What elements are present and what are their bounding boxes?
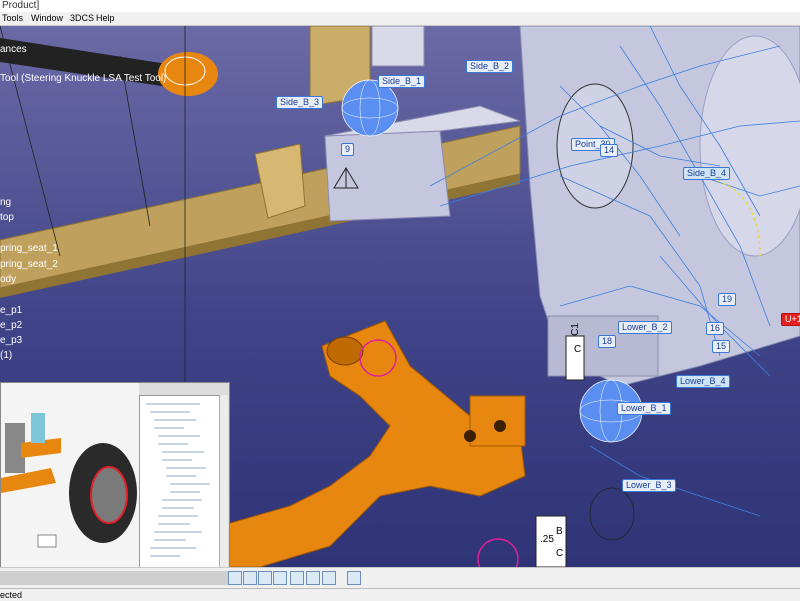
status-text: ected xyxy=(0,590,23,600)
tree-item-spring-seat-1[interactable]: pring_seat_1 xyxy=(0,243,58,254)
tag-16[interactable]: 16 xyxy=(706,322,725,335)
inset-scrollbar[interactable] xyxy=(219,395,228,571)
menu-bar: Tools Window 3DCS Help xyxy=(0,12,800,26)
menu-help[interactable]: Help xyxy=(96,12,115,25)
window-title: Product] xyxy=(2,0,40,11)
inset-spec-tree[interactable] xyxy=(139,395,221,573)
tree-item-spring[interactable]: ng xyxy=(0,197,11,208)
inset-3d-view xyxy=(1,383,139,579)
inset-taskbar xyxy=(0,571,228,585)
gdt-c: C xyxy=(574,344,582,355)
pan-icon[interactable] xyxy=(243,571,257,585)
iso-view-icon[interactable] xyxy=(290,571,304,585)
tree-item-body[interactable]: ody xyxy=(0,274,16,285)
menu-tools[interactable]: Tools xyxy=(2,12,23,25)
tree-item-tolerances[interactable]: ances xyxy=(0,44,27,55)
zoom-icon[interactable] xyxy=(228,571,242,585)
tree-item-pipe-p2[interactable]: e_p2 xyxy=(0,320,22,331)
tag-19[interactable]: 19 xyxy=(718,293,737,306)
tag-15[interactable]: 15 xyxy=(712,340,731,353)
tag-side-b-3[interactable]: Side_B_3 xyxy=(276,96,324,109)
tag-18[interactable]: 18 xyxy=(598,335,617,348)
gdt-c1: C1 xyxy=(569,323,581,336)
hide-show-icon[interactable] xyxy=(322,571,336,585)
normal-view-icon[interactable] xyxy=(273,571,287,585)
status-bar: ected xyxy=(0,588,800,601)
shading-icon[interactable] xyxy=(306,571,320,585)
tree-item-top[interactable]: top xyxy=(0,212,14,223)
rotate-icon[interactable] xyxy=(258,571,272,585)
tag-lower-b-3[interactable]: Lower_B_3 xyxy=(622,479,676,492)
compass-icon[interactable] xyxy=(332,166,360,192)
tag-side-b-1[interactable]: Side_B_1 xyxy=(378,75,426,88)
swap-space-icon[interactable] xyxy=(347,571,361,585)
inset-tree-lines xyxy=(146,403,210,557)
tree-item-test-tool[interactable]: Tool (Steering Knuckle LSA Test Tool) xyxy=(0,73,166,84)
tag-14[interactable]: 14 xyxy=(600,144,619,157)
tree-item-spring-seat-2[interactable]: pring_seat_2 xyxy=(0,259,58,270)
tree-item-pipe-p1[interactable]: e_p1 xyxy=(0,305,22,316)
tree-item-pipe-p3[interactable]: e_p3 xyxy=(0,335,22,346)
tag-lower-b-1[interactable]: Lower_B_1 xyxy=(617,402,671,415)
gdt-frame xyxy=(565,335,585,381)
menu-3dcs[interactable]: 3DCS xyxy=(70,12,94,25)
strut-mount xyxy=(158,52,218,96)
tree-item-count[interactable]: (1) xyxy=(0,350,12,361)
gdt-dim: .25 xyxy=(540,534,554,545)
tag-u1[interactable]: U+1 xyxy=(781,313,800,326)
gdt-datum-c: C xyxy=(556,548,564,559)
menu-window[interactable]: Window xyxy=(31,12,63,25)
tag-side-b-2[interactable]: Side_B_2 xyxy=(466,60,514,73)
title-bar: Product] xyxy=(0,0,800,12)
gdt-datum-b: B xyxy=(556,526,563,537)
bottom-toolbar xyxy=(0,567,800,589)
tag-9[interactable]: 9 xyxy=(341,143,355,156)
inset-preview-window[interactable] xyxy=(0,382,230,580)
tag-lower-b-2[interactable]: Lower_B_2 xyxy=(618,321,672,334)
tag-side-b-4[interactable]: Side_B_4 xyxy=(683,167,731,180)
ball-joint-side-b-1 xyxy=(341,79,399,137)
tag-lower-b-4[interactable]: Lower_B_4 xyxy=(676,375,730,388)
